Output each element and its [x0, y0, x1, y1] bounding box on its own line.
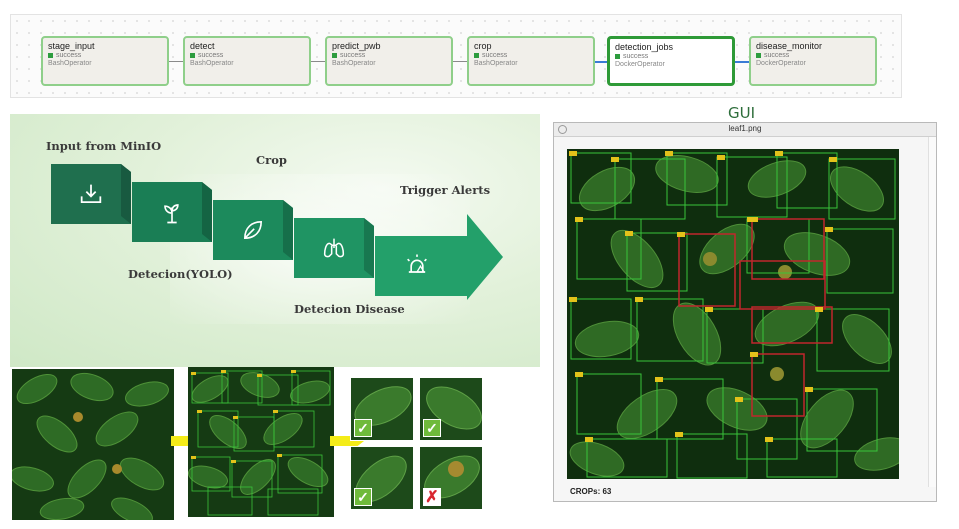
crop-tile-3: ✓	[350, 446, 414, 510]
task-name: crop	[474, 41, 492, 51]
accepted-check-icon: ✓	[423, 419, 441, 437]
label-detection: Detecion(YOLO)	[128, 267, 233, 281]
window-title: leaf1.png	[728, 124, 762, 133]
accepted-check-icon: ✓	[354, 419, 372, 437]
status-square-icon	[615, 54, 620, 59]
task-operator: DockerOperator	[615, 61, 665, 68]
step-detection	[132, 182, 212, 242]
task-status: success	[340, 52, 366, 59]
status-square-icon	[756, 53, 761, 58]
pipeline-banner: Input from MinIO Crop Trigger Alerts Det…	[10, 114, 540, 367]
plant-icon	[164, 204, 179, 224]
task-name: predict_pwb	[332, 41, 381, 51]
step-crop	[213, 200, 293, 260]
window-titlebar: leaf1.png	[554, 123, 936, 137]
lungs-icon	[323, 238, 345, 258]
accepted-check-icon: ✓	[354, 488, 372, 506]
task-name: disease_monitor	[756, 41, 823, 51]
detected-leaf-photo	[188, 367, 334, 517]
scrollbar[interactable]	[928, 137, 936, 487]
task-status: success	[198, 52, 224, 59]
task-name: detect	[190, 41, 215, 51]
task-node-detect[interactable]: detect success BashOperator	[183, 36, 311, 86]
task-status: success	[623, 53, 649, 60]
leaf-detections-image	[567, 149, 899, 479]
task-operator: BashOperator	[332, 60, 376, 67]
crop-tile-4: ✗	[419, 446, 483, 510]
task-name: detection_jobs	[615, 42, 674, 52]
rejected-x-icon: ✗	[423, 488, 441, 506]
task-status: success	[482, 52, 508, 59]
label-input: Input from MinIO	[46, 139, 162, 153]
airflow-dag-graph: stage_input success BashOperator detect …	[10, 14, 902, 98]
task-operator: DockerOperator	[756, 60, 806, 67]
task-operator: BashOperator	[190, 60, 234, 67]
task-name: stage_input	[48, 41, 95, 51]
detection-image	[567, 149, 899, 479]
step-disease	[294, 218, 374, 278]
task-status: success	[764, 52, 790, 59]
status-square-icon	[332, 53, 337, 58]
leaf-icon	[244, 221, 262, 239]
label-disease: Detecion Disease	[294, 302, 405, 316]
status-square-icon	[190, 53, 195, 58]
task-node-detection-jobs[interactable]: detection_jobs success DockerOperator	[607, 36, 735, 86]
task-node-crop[interactable]: crop success BashOperator	[467, 36, 595, 86]
task-operator: BashOperator	[48, 60, 92, 67]
input-leaf-photo	[12, 369, 174, 520]
download-icon	[80, 184, 102, 204]
label-crop: Crop	[256, 153, 287, 167]
crop-tile-2: ✓	[419, 377, 483, 441]
task-status: success	[56, 52, 82, 59]
status-square-icon	[474, 53, 479, 58]
task-node-predict-pwb[interactable]: predict_pwb success BashOperator	[325, 36, 453, 86]
task-node-stage-input[interactable]: stage_input success BashOperator	[41, 36, 169, 86]
image-viewer-window: leaf1.png CROPs: 63	[553, 122, 937, 502]
step-input	[51, 164, 131, 224]
gui-heading: GUI	[728, 104, 756, 122]
task-node-disease-monitor[interactable]: disease_monitor success DockerOperator	[749, 36, 877, 86]
label-alerts: Trigger Alerts	[400, 183, 491, 197]
task-operator: BashOperator	[474, 60, 518, 67]
crop-tile-1: ✓	[350, 377, 414, 441]
status-square-icon	[48, 53, 53, 58]
alarm-icon	[407, 254, 427, 273]
crops-count: CROPs: 63	[570, 487, 612, 496]
step-alerts	[375, 214, 503, 300]
